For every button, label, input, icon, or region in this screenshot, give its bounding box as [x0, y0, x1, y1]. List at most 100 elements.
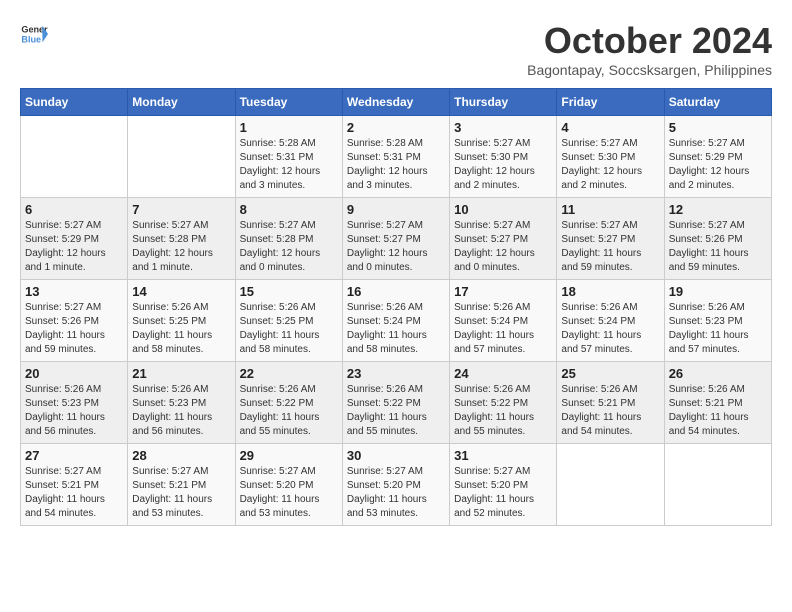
day-number: 6 — [25, 202, 123, 217]
day-number: 11 — [561, 202, 659, 217]
day-number: 9 — [347, 202, 445, 217]
day-info: Sunrise: 5:27 AM Sunset: 5:20 PM Dayligh… — [347, 465, 445, 521]
day-number: 19 — [669, 284, 767, 299]
day-number: 15 — [240, 284, 338, 299]
day-info: Sunrise: 5:27 AM Sunset: 5:30 PM Dayligh… — [561, 137, 659, 193]
day-info: Sunrise: 5:27 AM Sunset: 5:27 PM Dayligh… — [454, 219, 552, 275]
day-info: Sunrise: 5:26 AM Sunset: 5:23 PM Dayligh… — [132, 383, 230, 439]
day-cell: 3 Sunrise: 5:27 AM Sunset: 5:30 PM Daylig… — [450, 116, 557, 198]
day-info: Sunrise: 5:27 AM Sunset: 5:28 PM Dayligh… — [240, 219, 338, 275]
header-row: SundayMondayTuesdayWednesdayThursdayFrid… — [21, 89, 772, 116]
calendar-body: 1 Sunrise: 5:28 AM Sunset: 5:31 PM Daylig… — [21, 116, 772, 526]
day-number: 1 — [240, 120, 338, 135]
day-info: Sunrise: 5:27 AM Sunset: 5:27 PM Dayligh… — [561, 219, 659, 275]
day-number: 8 — [240, 202, 338, 217]
day-number: 10 — [454, 202, 552, 217]
day-number: 17 — [454, 284, 552, 299]
day-info: Sunrise: 5:26 AM Sunset: 5:24 PM Dayligh… — [454, 301, 552, 357]
day-cell: 21 Sunrise: 5:26 AM Sunset: 5:23 PM Dayli… — [128, 362, 235, 444]
day-cell: 12Sunrise: 5:27 AM Sunset: 5:26 PM Dayli… — [664, 198, 771, 280]
day-cell: 5Sunrise: 5:27 AM Sunset: 5:29 PM Daylig… — [664, 116, 771, 198]
day-cell: 20Sunrise: 5:26 AM Sunset: 5:23 PM Dayli… — [21, 362, 128, 444]
day-number: 23 — [347, 366, 445, 381]
day-cell: 11 Sunrise: 5:27 AM Sunset: 5:27 PM Dayli… — [557, 198, 664, 280]
day-number: 30 — [347, 448, 445, 463]
title-block: October 2024 Bagontapay, Soccsksargen, P… — [527, 20, 772, 78]
day-cell: 2 Sunrise: 5:28 AM Sunset: 5:31 PM Daylig… — [342, 116, 449, 198]
day-info: Sunrise: 5:26 AM Sunset: 5:23 PM Dayligh… — [669, 301, 767, 357]
week-row-2: 6 Sunrise: 5:27 AM Sunset: 5:29 PM Daylig… — [21, 198, 772, 280]
day-number: 21 — [132, 366, 230, 381]
day-info: Sunrise: 5:26 AM Sunset: 5:22 PM Dayligh… — [240, 383, 338, 439]
day-cell: 9 Sunrise: 5:27 AM Sunset: 5:27 PM Daylig… — [342, 198, 449, 280]
day-cell: 1 Sunrise: 5:28 AM Sunset: 5:31 PM Daylig… — [235, 116, 342, 198]
logo-icon: General Blue — [20, 20, 48, 48]
day-cell: 15 Sunrise: 5:26 AM Sunset: 5:25 PM Dayli… — [235, 280, 342, 362]
day-number: 14 — [132, 284, 230, 299]
day-number: 29 — [240, 448, 338, 463]
day-cell: 8 Sunrise: 5:27 AM Sunset: 5:28 PM Daylig… — [235, 198, 342, 280]
day-cell — [128, 116, 235, 198]
day-number: 27 — [25, 448, 123, 463]
day-cell: 6 Sunrise: 5:27 AM Sunset: 5:29 PM Daylig… — [21, 198, 128, 280]
day-number: 5 — [669, 120, 767, 135]
calendar-table: SundayMondayTuesdayWednesdayThursdayFrid… — [20, 88, 772, 526]
day-info: Sunrise: 5:27 AM Sunset: 5:26 PM Dayligh… — [25, 301, 123, 357]
day-number: 12 — [669, 202, 767, 217]
day-info: Sunrise: 5:26 AM Sunset: 5:24 PM Dayligh… — [561, 301, 659, 357]
day-cell: 31 Sunrise: 5:27 AM Sunset: 5:20 PM Dayli… — [450, 444, 557, 526]
page-header: General Blue October 2024 Bagontapay, So… — [20, 20, 772, 78]
calendar-header: SundayMondayTuesdayWednesdayThursdayFrid… — [21, 89, 772, 116]
day-cell: 28 Sunrise: 5:27 AM Sunset: 5:21 PM Dayli… — [128, 444, 235, 526]
header-cell-wednesday: Wednesday — [342, 89, 449, 116]
week-row-5: 27 Sunrise: 5:27 AM Sunset: 5:21 PM Dayli… — [21, 444, 772, 526]
day-info: Sunrise: 5:27 AM Sunset: 5:20 PM Dayligh… — [240, 465, 338, 521]
day-number: 7 — [132, 202, 230, 217]
day-cell: 10 Sunrise: 5:27 AM Sunset: 5:27 PM Dayli… — [450, 198, 557, 280]
day-number: 16 — [347, 284, 445, 299]
day-cell: 13Sunrise: 5:27 AM Sunset: 5:26 PM Dayli… — [21, 280, 128, 362]
day-info: Sunrise: 5:27 AM Sunset: 5:30 PM Dayligh… — [454, 137, 552, 193]
week-row-1: 1 Sunrise: 5:28 AM Sunset: 5:31 PM Daylig… — [21, 116, 772, 198]
header-cell-tuesday: Tuesday — [235, 89, 342, 116]
day-number: 28 — [132, 448, 230, 463]
header-cell-saturday: Saturday — [664, 89, 771, 116]
header-cell-thursday: Thursday — [450, 89, 557, 116]
day-cell: 24 Sunrise: 5:26 AM Sunset: 5:22 PM Dayli… — [450, 362, 557, 444]
day-number: 4 — [561, 120, 659, 135]
day-number: 31 — [454, 448, 552, 463]
logo: General Blue — [20, 20, 48, 48]
day-info: Sunrise: 5:28 AM Sunset: 5:31 PM Dayligh… — [240, 137, 338, 193]
day-cell: 14 Sunrise: 5:26 AM Sunset: 5:25 PM Dayli… — [128, 280, 235, 362]
day-cell: 19 Sunrise: 5:26 AM Sunset: 5:23 PM Dayli… — [664, 280, 771, 362]
day-cell: 25Sunrise: 5:26 AM Sunset: 5:21 PM Dayli… — [557, 362, 664, 444]
day-number: 2 — [347, 120, 445, 135]
day-info: Sunrise: 5:26 AM Sunset: 5:25 PM Dayligh… — [240, 301, 338, 357]
day-cell: 27 Sunrise: 5:27 AM Sunset: 5:21 PM Dayli… — [21, 444, 128, 526]
day-info: Sunrise: 5:26 AM Sunset: 5:22 PM Dayligh… — [454, 383, 552, 439]
day-info: Sunrise: 5:27 AM Sunset: 5:28 PM Dayligh… — [132, 219, 230, 275]
day-number: 20 — [25, 366, 123, 381]
day-info: Sunrise: 5:28 AM Sunset: 5:31 PM Dayligh… — [347, 137, 445, 193]
day-info: Sunrise: 5:27 AM Sunset: 5:21 PM Dayligh… — [132, 465, 230, 521]
header-cell-friday: Friday — [557, 89, 664, 116]
day-number: 3 — [454, 120, 552, 135]
day-info: Sunrise: 5:27 AM Sunset: 5:21 PM Dayligh… — [25, 465, 123, 521]
day-info: Sunrise: 5:27 AM Sunset: 5:29 PM Dayligh… — [25, 219, 123, 275]
day-info: Sunrise: 5:26 AM Sunset: 5:21 PM Dayligh… — [669, 383, 767, 439]
day-cell: 4 Sunrise: 5:27 AM Sunset: 5:30 PM Daylig… — [557, 116, 664, 198]
day-info: Sunrise: 5:26 AM Sunset: 5:24 PM Dayligh… — [347, 301, 445, 357]
day-info: Sunrise: 5:27 AM Sunset: 5:20 PM Dayligh… — [454, 465, 552, 521]
day-cell: 30 Sunrise: 5:27 AM Sunset: 5:20 PM Dayli… — [342, 444, 449, 526]
day-cell — [21, 116, 128, 198]
day-info: Sunrise: 5:27 AM Sunset: 5:27 PM Dayligh… — [347, 219, 445, 275]
header-cell-sunday: Sunday — [21, 89, 128, 116]
svg-text:Blue: Blue — [21, 34, 41, 44]
day-info: Sunrise: 5:26 AM Sunset: 5:25 PM Dayligh… — [132, 301, 230, 357]
day-cell: 17 Sunrise: 5:26 AM Sunset: 5:24 PM Dayli… — [450, 280, 557, 362]
month-title: October 2024 — [527, 20, 772, 62]
day-number: 24 — [454, 366, 552, 381]
day-info: Sunrise: 5:26 AM Sunset: 5:21 PM Dayligh… — [561, 383, 659, 439]
subtitle: Bagontapay, Soccsksargen, Philippines — [527, 62, 772, 78]
day-cell — [664, 444, 771, 526]
